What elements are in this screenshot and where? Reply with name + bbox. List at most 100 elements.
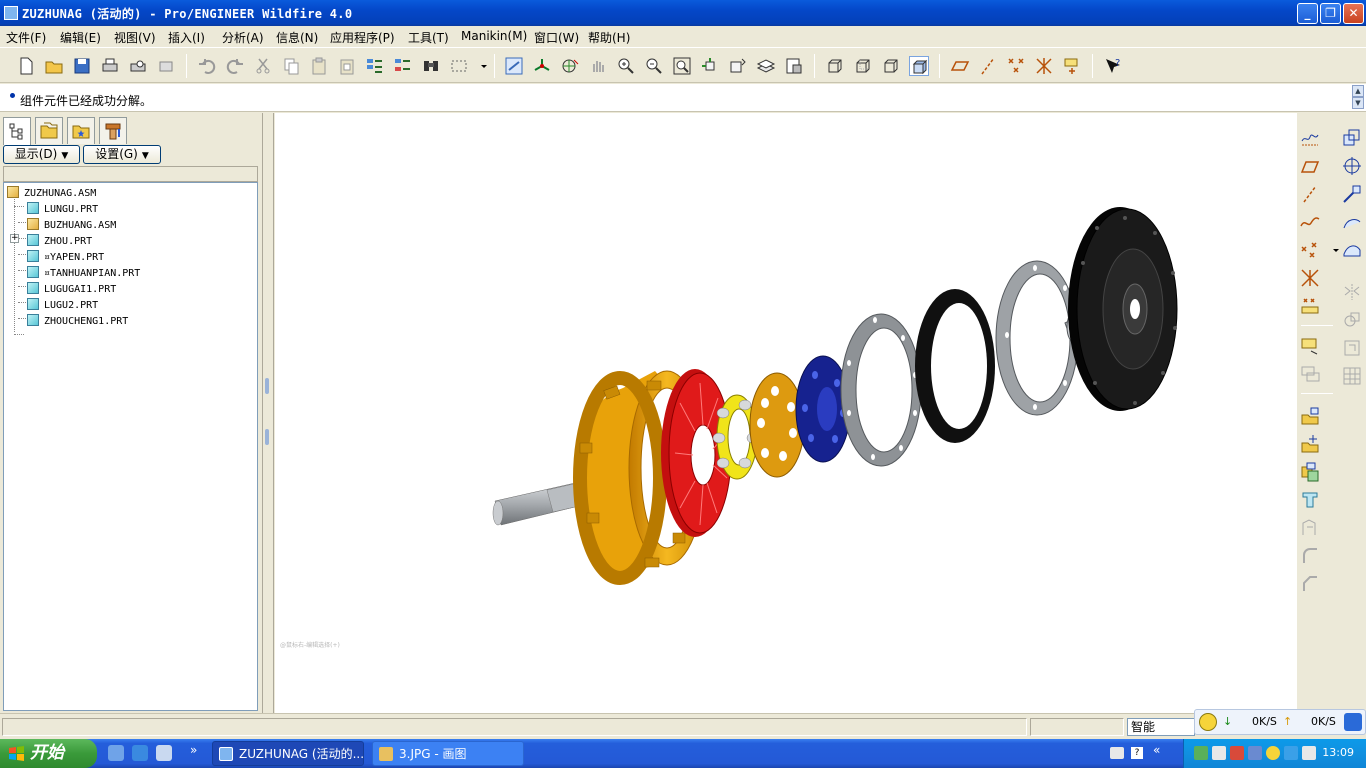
volume-icon[interactable]: [1248, 746, 1262, 760]
hidden-line-icon[interactable]: [853, 56, 873, 76]
package-icon[interactable]: [1299, 461, 1321, 483]
layers-icon[interactable]: [756, 56, 776, 76]
internet-explorer-icon[interactable]: [132, 745, 148, 761]
folder-browser-tab[interactable]: [35, 117, 63, 144]
tree-node[interactable]: ¤YAPEN.PRT: [27, 250, 104, 266]
datum-axes-icon[interactable]: [978, 56, 998, 76]
help-icon[interactable]: ?: [1131, 747, 1143, 759]
favorites-tab[interactable]: [67, 117, 95, 144]
shrink-wrap-icon[interactable]: [1299, 517, 1321, 539]
create-component-icon[interactable]: [1299, 433, 1321, 455]
pattern-icon[interactable]: [1341, 365, 1363, 387]
tree-node-root[interactable]: ZUZHUNAG.ASM: [7, 186, 96, 202]
settings-button[interactable]: 设置(G) ▼: [83, 145, 161, 164]
show-desktop-icon[interactable]: [108, 745, 124, 761]
menu-tools[interactable]: 工具(T): [408, 29, 449, 46]
download-manager-icon[interactable]: [1266, 746, 1280, 760]
select-box-icon[interactable]: [449, 56, 469, 76]
task-proe[interactable]: ZUZHUNAG (活动的...: [212, 741, 364, 766]
view-manager-icon[interactable]: [784, 56, 804, 76]
mirror-icon[interactable]: [1341, 281, 1363, 303]
menu-info[interactable]: 信息(N): [276, 29, 318, 46]
print-preview-icon[interactable]: [128, 56, 148, 76]
point-icon[interactable]: [1299, 239, 1321, 261]
csys-icon[interactable]: [1034, 56, 1054, 76]
tree-node[interactable]: ¤TANHUANPIAN.PRT: [27, 266, 140, 282]
analysis-feature-icon[interactable]: [1341, 211, 1363, 233]
connection-icon[interactable]: [1302, 746, 1316, 760]
curve-icon[interactable]: [1299, 211, 1321, 233]
copy-icon[interactable]: [281, 56, 301, 76]
tree-column-header[interactable]: [3, 166, 258, 182]
context-help-icon[interactable]: ?: [1103, 56, 1123, 76]
redo-icon[interactable]: [225, 56, 245, 76]
browser-icon[interactable]: [1344, 713, 1362, 731]
datum-plane-icon[interactable]: [1299, 155, 1321, 177]
intersect-icon[interactable]: [1299, 363, 1321, 385]
task-paint[interactable]: 3.JPG - 画图: [372, 741, 524, 766]
point-dropdown-icon[interactable]: [1325, 239, 1339, 261]
merge-icon[interactable]: [1341, 309, 1363, 331]
menu-view[interactable]: 视图(V): [114, 29, 156, 46]
splitter-grip[interactable]: [265, 429, 269, 445]
scale-model-icon[interactable]: [1341, 127, 1363, 149]
csys-tool-icon[interactable]: [1341, 183, 1363, 205]
datum-axis-icon[interactable]: [1299, 183, 1321, 205]
point-offset-icon[interactable]: [1299, 267, 1321, 289]
paste-special-icon[interactable]: [337, 56, 357, 76]
tree-node[interactable]: BUZHUANG.ASM: [27, 218, 116, 234]
tree-node[interactable]: LUNGU.PRT: [27, 202, 98, 218]
shading-icon[interactable]: [909, 56, 929, 76]
menu-file[interactable]: 文件(F): [6, 29, 46, 46]
plus-icon[interactable]: [1199, 713, 1217, 731]
menu-applications[interactable]: 应用程序(P): [330, 29, 395, 46]
panel-splitter[interactable]: [262, 113, 274, 713]
sketch-tool-icon[interactable]: [1299, 127, 1321, 149]
tree-node[interactable]: LUGUGAI1.PRT: [27, 282, 116, 298]
scroll-down-icon[interactable]: ▼: [1352, 97, 1364, 109]
regen-manager-icon[interactable]: [393, 56, 413, 76]
menu-manikin[interactable]: Manikin(M): [461, 29, 527, 43]
assemble-icon[interactable]: [1299, 405, 1321, 427]
zoom-in-icon[interactable]: [616, 56, 636, 76]
erase-icon[interactable]: [156, 56, 176, 76]
gray-friction-ring[interactable]: [840, 313, 922, 467]
menu-window[interactable]: 窗口(W): [534, 29, 579, 46]
monitor-icon[interactable]: [1212, 746, 1226, 760]
orient-mode-icon[interactable]: [560, 56, 580, 76]
model-tree-tab[interactable]: [3, 117, 31, 145]
point-field-icon[interactable]: [1299, 295, 1321, 317]
connections-tab[interactable]: [99, 117, 127, 144]
menu-insert[interactable]: 插入(I): [168, 29, 205, 46]
refit-icon[interactable]: [672, 56, 692, 76]
wireframe-icon[interactable]: [825, 56, 845, 76]
keyboard-icon[interactable]: [1110, 747, 1124, 759]
trim-icon[interactable]: [1341, 337, 1363, 359]
shield-icon[interactable]: [1284, 746, 1298, 760]
message-scrollbar[interactable]: ▲ ▼: [1352, 85, 1364, 110]
find-icon[interactable]: [421, 56, 441, 76]
network-icon[interactable]: [1194, 746, 1208, 760]
save-icon[interactable]: [72, 56, 92, 76]
security-alert-icon[interactable]: [1230, 746, 1244, 760]
exploded-assembly-view[interactable]: [275, 113, 1297, 713]
surface-icon[interactable]: [1341, 239, 1363, 261]
tray-more[interactable]: «: [1153, 743, 1160, 757]
black-friction-ring[interactable]: [915, 289, 995, 443]
menu-analysis[interactable]: 分析(A): [222, 29, 264, 46]
show-button[interactable]: 显示(D) ▼: [3, 145, 80, 164]
spin-center-icon[interactable]: [532, 56, 552, 76]
tree-node[interactable]: ZHOUCHENG1.PRT: [27, 314, 128, 330]
boundary-icon[interactable]: [1299, 335, 1321, 357]
paste-icon[interactable]: [309, 56, 329, 76]
expand-toggle-icon[interactable]: +: [10, 234, 19, 243]
redraw-icon[interactable]: [504, 56, 524, 76]
maximize-button[interactable]: ❐: [1320, 3, 1341, 24]
menu-edit[interactable]: 编辑(E): [60, 29, 101, 46]
selection-filter[interactable]: 智能: [1127, 718, 1195, 736]
graphics-window[interactable]: @鼠标右-编辑选择(+): [275, 113, 1297, 713]
scroll-up-icon[interactable]: ▲: [1352, 85, 1364, 97]
undo-icon[interactable]: [197, 56, 217, 76]
zoom-out-icon[interactable]: [644, 56, 664, 76]
tree-node[interactable]: ZHOU.PRT: [27, 234, 92, 250]
